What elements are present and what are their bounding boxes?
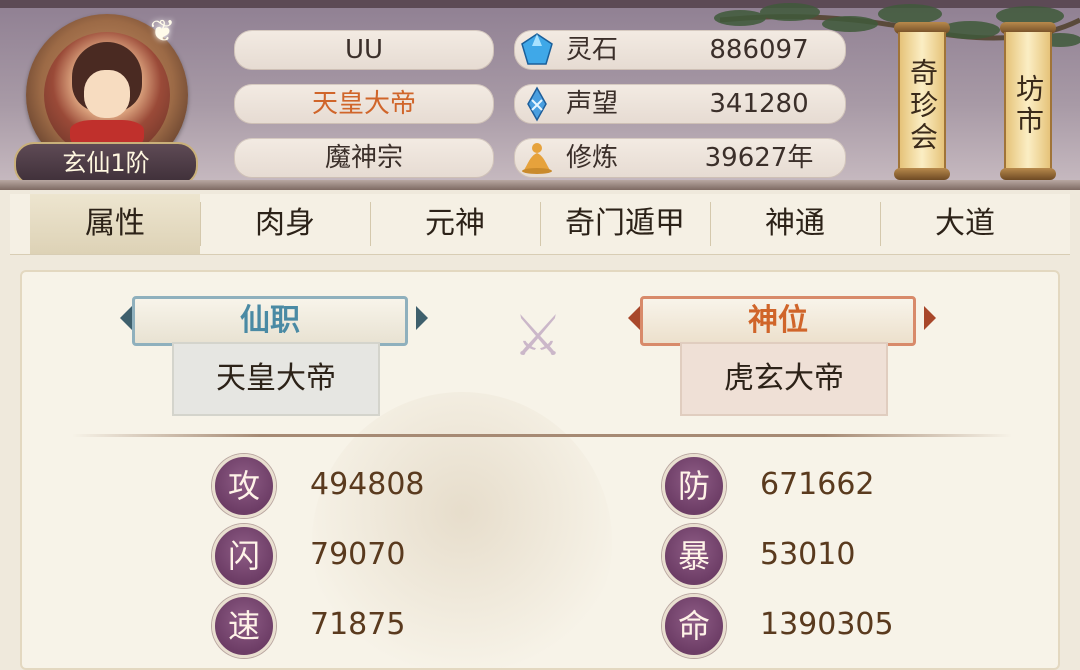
butterfly-icon: ❦ xyxy=(150,14,176,49)
stat-crit-value: 53010 xyxy=(760,537,856,572)
prestige-icon xyxy=(527,86,547,122)
stat-hp-value: 1390305 xyxy=(760,607,894,642)
resource-cultivation: 修炼 39627年 xyxy=(514,138,846,178)
stat-dodge-icon: 闪 xyxy=(212,524,276,588)
attributes-panel: 仙职 天皇大帝 ⚔ 神位 虎玄大帝 攻 494808 防 671662 闪 79… xyxy=(20,270,1060,670)
tab-divine-powers[interactable]: 神通 xyxy=(710,194,880,254)
tab-body[interactable]: 肉身 xyxy=(200,194,370,254)
divine-seat-value: 虎玄大帝 xyxy=(680,342,888,416)
attribute-tabs: 属性 肉身 元神 奇门遁甲 神通 大道 xyxy=(10,194,1070,255)
immortal-office-label: 仙职 xyxy=(132,296,408,346)
player-sect: 魔神宗 xyxy=(234,138,494,178)
treasure-hall-button[interactable]: 奇珍会 xyxy=(894,22,950,190)
spirit-stone-icon xyxy=(521,33,553,65)
stat-crit-icon: 暴 xyxy=(662,524,726,588)
tab-attributes[interactable]: 属性 xyxy=(30,194,200,254)
spirit-stone-value: 886097 xyxy=(709,35,809,65)
stat-defense-value: 671662 xyxy=(760,467,875,502)
tab-qimen[interactable]: 奇门遁甲 xyxy=(540,194,710,254)
prestige-value: 341280 xyxy=(709,89,809,119)
avatar-portrait xyxy=(44,32,170,158)
stat-speed-value: 71875 xyxy=(310,607,406,642)
tab-great-dao[interactable]: 大道 xyxy=(880,194,1050,254)
player-name: UU xyxy=(234,30,494,70)
market-button[interactable]: 坊市 xyxy=(1000,22,1056,190)
resource-prestige: 声望 341280 xyxy=(514,84,846,124)
stat-attack-icon: 攻 xyxy=(212,454,276,518)
player-title: 天皇大帝 xyxy=(234,84,494,124)
section-divider xyxy=(72,434,1012,437)
rank-badge: 玄仙1阶 xyxy=(14,142,198,186)
immortal-office-value: 天皇大帝 xyxy=(172,342,380,416)
stat-defense-icon: 防 xyxy=(662,454,726,518)
stat-speed-icon: 速 xyxy=(212,594,276,658)
cultivation-value: 39627年 xyxy=(704,143,814,173)
stat-dodge-value: 79070 xyxy=(310,537,406,572)
divine-seat-label: 神位 xyxy=(640,296,916,346)
crossed-swords-icon: ⚔ xyxy=(512,304,564,369)
cultivation-icon xyxy=(522,143,552,174)
tab-spirit[interactable]: 元神 xyxy=(370,194,540,254)
resource-spirit-stone: 灵石 886097 xyxy=(514,30,846,70)
stat-attack-value: 494808 xyxy=(310,467,425,502)
stat-hp-icon: 命 xyxy=(662,594,726,658)
player-header: ❦ 玄仙1阶 UU 天皇大帝 魔神宗 灵石 886097 声望 341280 修… xyxy=(0,0,1080,190)
